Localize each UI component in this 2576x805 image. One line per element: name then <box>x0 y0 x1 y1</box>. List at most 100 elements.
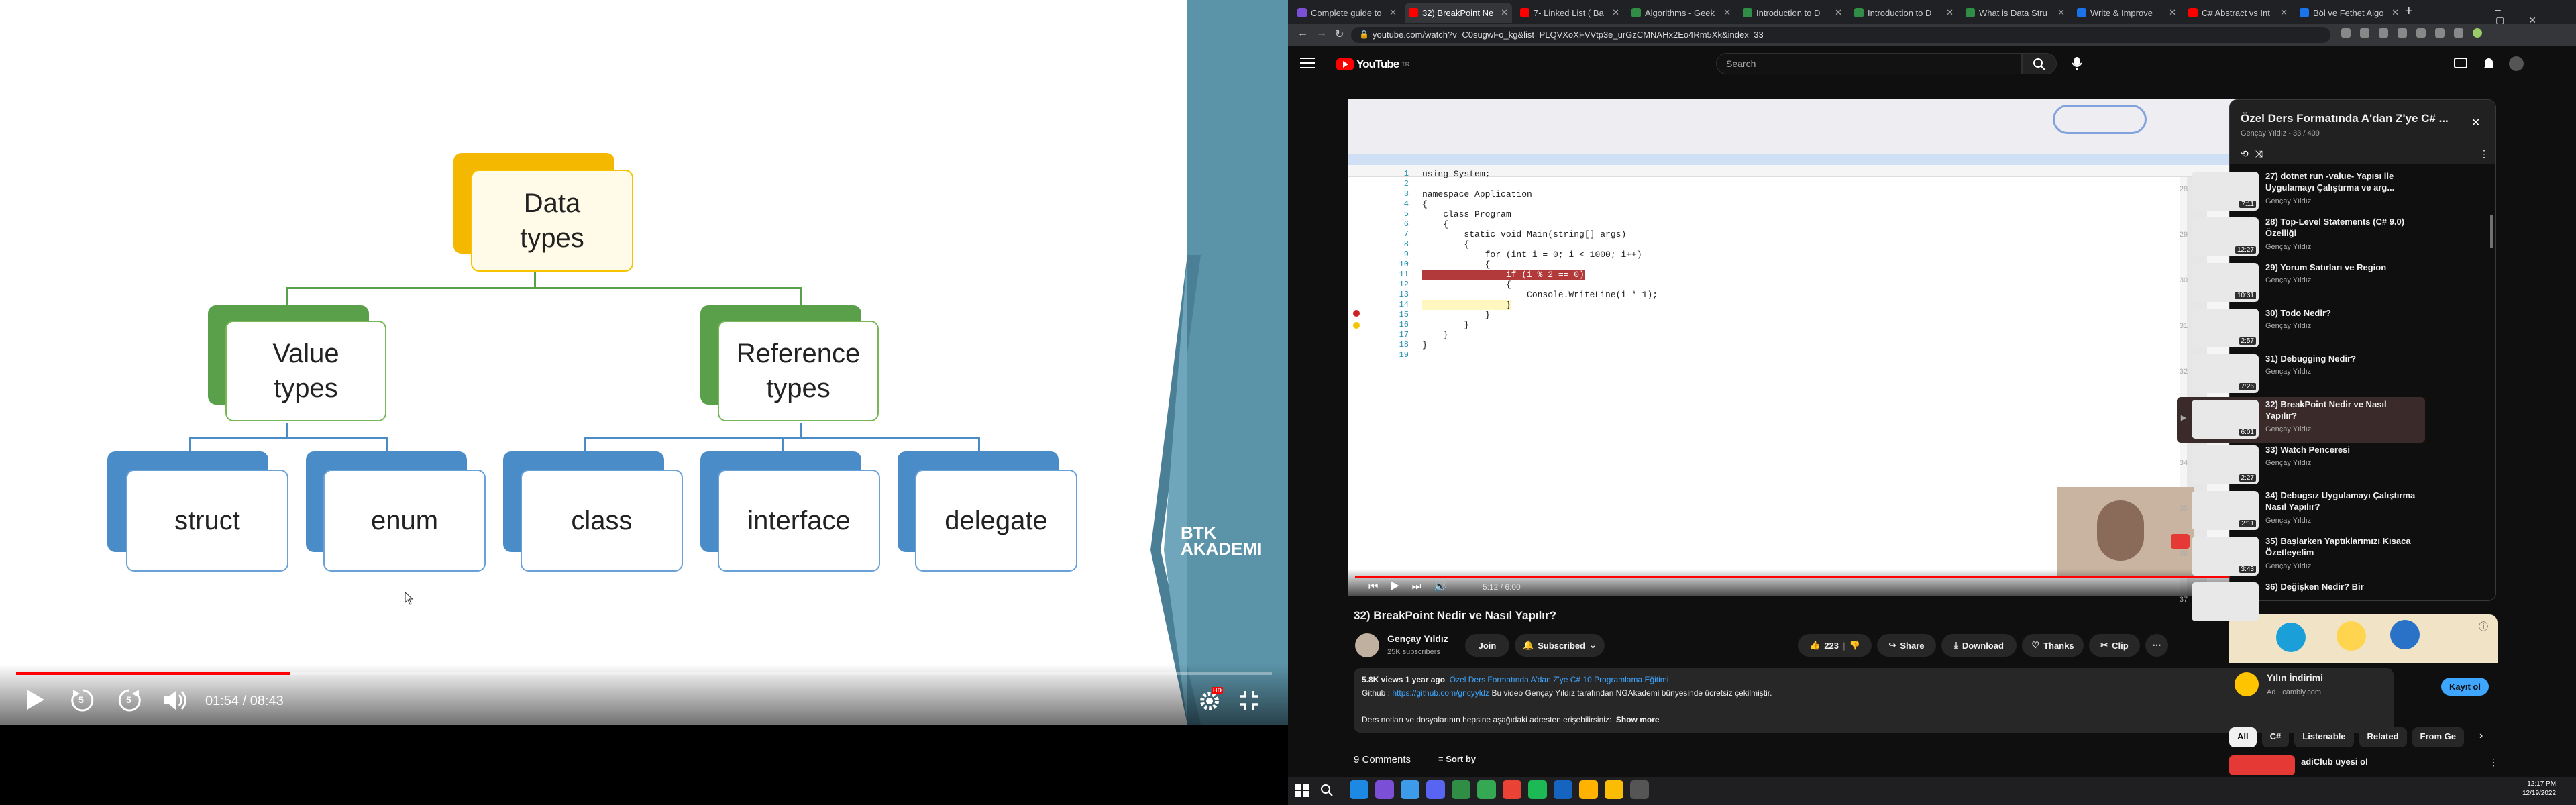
next-video-title[interactable]: adiClub üyesi ol <box>2301 757 2368 767</box>
close-tab-icon[interactable]: ✕ <box>1946 7 1953 18</box>
back-arrow-icon[interactable]: ← <box>1297 28 1308 40</box>
code-line: class Program <box>1422 209 1511 219</box>
chevron-right-icon[interactable]: › <box>2479 730 2483 742</box>
like-button[interactable]: 👍 223 | 👎 <box>1798 634 1872 657</box>
taskbar-app-icon[interactable] <box>1350 780 1368 799</box>
taskbar-app-icon[interactable] <box>1579 780 1598 799</box>
sort-by-button[interactable]: ≡ Sort by <box>1438 754 1476 764</box>
browser-tab[interactable]: Algorithms - Geek ✕ <box>1627 3 1735 23</box>
close-tab-icon[interactable]: ✕ <box>2057 7 2065 18</box>
new-tab-icon[interactable]: + <box>2405 4 2413 19</box>
playlist-scrollbar[interactable] <box>2490 215 2493 248</box>
download-button[interactable]: ⤓ Download <box>1941 634 2017 657</box>
close-tab-icon[interactable]: ✕ <box>2392 7 2399 18</box>
taskbar-app-icon[interactable] <box>1452 780 1470 799</box>
close-tab-icon[interactable]: ✕ <box>2169 7 2176 18</box>
playlist-item[interactable]: 29 12:27 28) Top-Level Statements (C# 9.0)… <box>2177 215 2425 260</box>
youtube-logo[interactable]: YouTube TR <box>1336 58 1409 71</box>
close-tab-icon[interactable]: ✕ <box>2280 7 2288 18</box>
taskbar-search-icon[interactable] <box>1320 784 1334 797</box>
share-button[interactable]: ↪ Share <box>1877 634 1936 657</box>
playlist-menu-icon[interactable]: ⋮ <box>2479 148 2489 160</box>
browser-tab[interactable]: What is Data Stru ✕ <box>1962 3 2069 23</box>
settings-button[interactable]: HD <box>1198 687 1223 712</box>
taskbar-app-icon[interactable] <box>1605 780 1623 799</box>
playlist-item[interactable]: 32 7:26 31) Debugging Nedir? Gençay Yıldız <box>2177 352 2425 397</box>
clock[interactable]: 12:17 PM 12/19/2022 <box>2522 780 2556 798</box>
search-button[interactable] <box>2022 53 2057 74</box>
taskbar-app-icon[interactable] <box>1426 780 1445 799</box>
info-icon[interactable]: ⓘ <box>2479 620 2488 633</box>
browser-tab[interactable]: Böl ve Fethet Algo ✕ <box>2296 3 2403 23</box>
browser-tab[interactable]: 7- Linked List ( Ba ✕ <box>1516 3 1623 23</box>
playlist-item[interactable]: 34 2:27 33) Watch Penceresi Gençay Yıldız <box>2177 443 2425 488</box>
playlist-item[interactable]: ▶ 6:01 32) BreakPoint Nedir ve Nasıl Yapıl… <box>2177 397 2425 443</box>
address-bar[interactable]: 🔒 youtube.com/watch?v=C0sugwFo_kg&list=P… <box>1351 27 2330 43</box>
thanks-button[interactable]: ♡ Thanks <box>2022 634 2084 657</box>
taskbar-app-icon[interactable] <box>1401 780 1419 799</box>
taskbar-app-icon[interactable] <box>1630 780 1649 799</box>
close-tab-icon[interactable]: ✕ <box>1612 7 1619 18</box>
microphone-icon[interactable] <box>2070 56 2084 71</box>
close-tab-icon[interactable]: ✕ <box>1389 7 1397 18</box>
bell-icon[interactable] <box>2482 56 2496 71</box>
skip-forward-button[interactable]: 5 <box>116 687 143 714</box>
playlist-item[interactable]: 30 10:31 29) Yorum Satırları ve Region Genç… <box>2177 260 2425 306</box>
inner-transport-icons[interactable]: ⏮▶⏭🔊 <box>1368 580 1459 593</box>
taskbar-app-icon[interactable] <box>1554 780 1572 799</box>
forward-arrow-icon[interactable]: → <box>1316 28 1327 40</box>
playlist-item[interactable]: 35 2:11 34) Debugsız Uygulamayı Çalıştırma… <box>2177 488 2425 534</box>
playlist-item[interactable]: 28 7:11 27) dotnet run -value- Yapısı ile … <box>2177 169 2425 215</box>
more-actions-button[interactable]: ⋯ <box>2145 634 2168 657</box>
playlist-item[interactable]: 37 36) Değişken Nedir? Bir <box>2177 580 2425 625</box>
menu-icon[interactable] <box>1300 58 1315 68</box>
clip-button[interactable]: ✂ Clip <box>2089 634 2140 657</box>
browser-tab[interactable]: Write & Improve ✕ <box>2073 3 2180 23</box>
close-icon[interactable]: ✕ <box>2471 116 2480 129</box>
filter-chip[interactable]: Related <box>2359 727 2407 747</box>
search-input[interactable]: Search <box>1716 53 2022 74</box>
next-video-menu-icon[interactable]: ⋮ <box>2489 757 2498 768</box>
avatar[interactable] <box>2509 56 2524 71</box>
taskbar-app-icon[interactable] <box>1477 780 1496 799</box>
volume-icon[interactable] <box>162 690 189 711</box>
window-controls[interactable]: –▢✕ <box>2496 4 2576 26</box>
channel-name[interactable]: Gençay Yıldız <box>1387 633 1448 644</box>
close-tab-icon[interactable]: ✕ <box>1501 7 1508 18</box>
windows-start-icon[interactable] <box>1295 783 1309 798</box>
node-class: class <box>521 470 683 572</box>
left-video-player[interactable]: Data types Value types Reference types s… <box>0 0 1288 805</box>
taskbar-app-icon[interactable] <box>1528 780 1547 799</box>
playlist-item[interactable]: 31 2:57 30) Todo Nedir? Gençay Yıldız <box>2177 306 2425 352</box>
browser-tab[interactable]: Introduction to D ✕ <box>1739 3 1846 23</box>
filter-chip[interactable]: C# <box>2261 727 2290 747</box>
close-tab-icon[interactable]: ✕ <box>1723 7 1731 18</box>
playlist-title[interactable]: Özel Ders Formatında A'dan Z'ye C# ... <box>2241 112 2462 125</box>
loop-shuffle-icons[interactable]: ⟲⤨ <box>2241 148 2269 160</box>
create-icon[interactable] <box>2454 58 2467 68</box>
connector <box>534 272 536 288</box>
taskbar-app-icon[interactable] <box>1503 780 1521 799</box>
playlist-item[interactable]: 36 3:43 35) Başlarken Yaptıklarımızı Kısac… <box>2177 534 2425 580</box>
exit-fullscreen-icon[interactable] <box>1238 690 1260 711</box>
join-button[interactable]: Join <box>1465 634 1509 657</box>
filter-chip[interactable]: All <box>2229 727 2257 747</box>
ad-cta-button[interactable]: Kayıt ol <box>2441 678 2489 696</box>
close-tab-icon[interactable]: ✕ <box>1835 7 1842 18</box>
browser-tab[interactable]: Complete guide to ✕ <box>1293 3 1401 23</box>
subscribed-button[interactable]: 🔔 Subscribed ⌄ <box>1515 634 1605 657</box>
taskbar-app-icon[interactable] <box>1375 780 1394 799</box>
channel-avatar[interactable] <box>1355 633 1379 657</box>
connector <box>286 287 288 305</box>
browser-tab[interactable]: 32) BreakPoint Ne ✕ <box>1405 3 1512 23</box>
filter-chip[interactable]: From Ge <box>2412 727 2464 747</box>
show-more-link[interactable]: Show more <box>1616 715 1660 724</box>
browser-tab[interactable]: Introduction to D ✕ <box>1850 3 1957 23</box>
browser-tab[interactable]: C# Abstract vs Int ✕ <box>2184 3 2292 23</box>
filter-chip[interactable]: Listenable <box>2294 727 2354 747</box>
next-video-thumbnail[interactable] <box>2229 755 2295 775</box>
skip-back-button[interactable]: 5 <box>69 687 96 714</box>
play-icon[interactable] <box>24 688 46 711</box>
reload-icon[interactable]: ↻ <box>1335 28 1344 41</box>
code-line: static void Main(string[] args) <box>1422 229 1627 239</box>
